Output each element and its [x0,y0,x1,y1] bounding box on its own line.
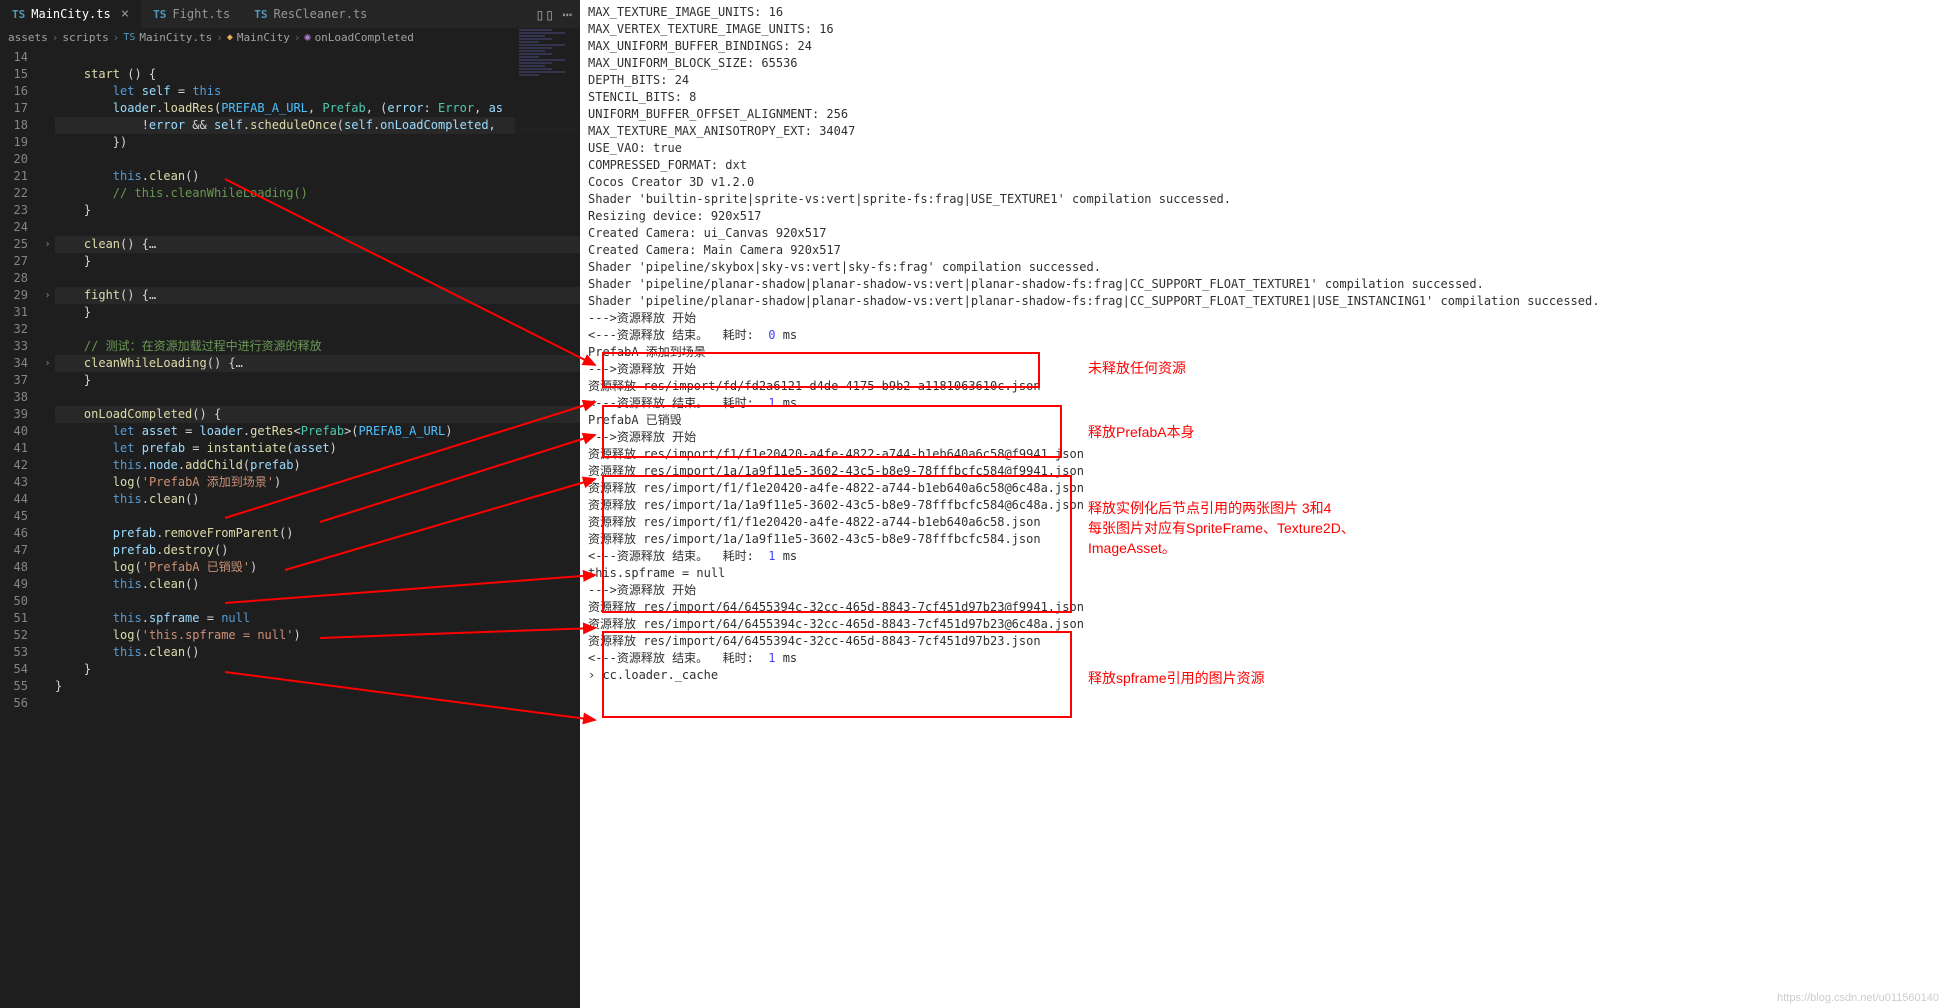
breadcrumb[interactable]: assets› scripts› TS MainCity.ts› ◆ MainC… [0,28,580,47]
code-area[interactable]: start () { let self = this loader.loadRe… [55,47,580,1008]
tab-bar: TS MainCity.ts TS Fight.ts TS ResCleaner.ts… [0,0,580,28]
tab-label: Fight.ts [172,7,230,21]
annotation-3: 释放实例化后节点引用的两张图片 3和4 每张图片对应有SpriteFrame、T… [1088,498,1355,558]
tab-label: ResCleaner.ts [273,7,367,21]
tab-rescleaner[interactable]: TS ResCleaner.ts [242,0,379,28]
crumb[interactable]: onLoadCompleted [315,31,414,44]
watermark: https://blog.csdn.net/u011560140 [1777,992,1939,1004]
crumb[interactable]: MainCity [237,31,290,44]
fold-gutter [40,47,55,1008]
annotation-4: 释放spframe引用的图片资源 [1088,668,1265,688]
crumb[interactable]: assets [8,31,48,44]
console-output[interactable]: MAX_TEXTURE_IMAGE_UNITS: 16MAX_VERTEX_TE… [580,0,1947,688]
ts-icon: TS [254,8,267,21]
more-icon[interactable]: ⋯ [562,5,572,24]
console-panel: MAX_TEXTURE_IMAGE_UNITS: 16MAX_VERTEX_TE… [580,0,1947,1008]
tab-fight[interactable]: TS Fight.ts [141,0,242,28]
ts-icon: TS [12,8,25,21]
editor-panel: TS MainCity.ts TS Fight.ts TS ResCleaner.ts… [0,0,580,1008]
annotation-2: 释放PrefabA本身 [1088,422,1195,442]
tab-maincity[interactable]: TS MainCity.ts [0,0,141,28]
ts-icon: TS [123,32,135,43]
tab-label: MainCity.ts [31,7,110,21]
crumb[interactable]: scripts [62,31,108,44]
method-icon: ◉ [305,32,311,43]
line-number-gutter: 1415161718192021222324252728293132333437… [0,47,40,1008]
code-editor[interactable]: 1415161718192021222324252728293132333437… [0,47,580,1008]
minimap[interactable] [515,28,580,228]
class-icon: ◆ [227,32,233,43]
close-icon[interactable] [121,6,129,22]
split-editor-icon[interactable]: ▯▯ [535,5,554,24]
ts-icon: TS [153,8,166,21]
crumb[interactable]: MainCity.ts [139,31,212,44]
annotation-1: 未释放任何资源 [1088,358,1186,378]
